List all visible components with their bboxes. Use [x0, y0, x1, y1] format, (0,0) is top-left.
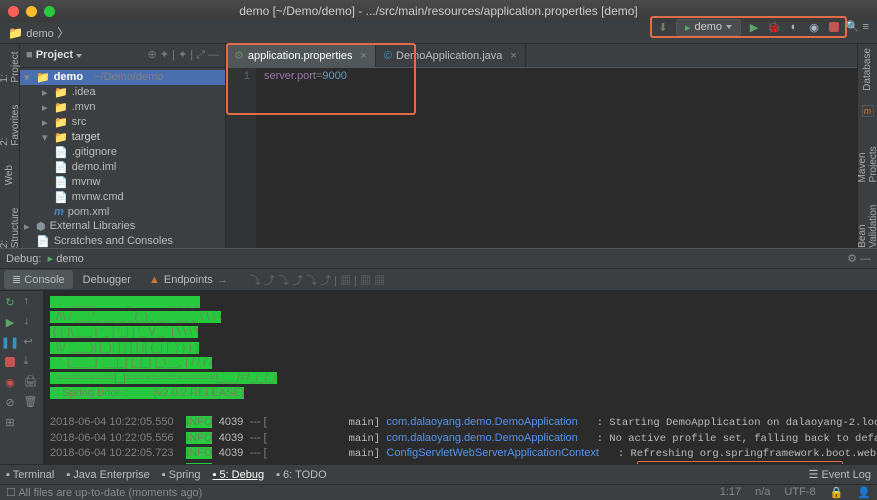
debug-tab[interactable]: ≣ Console	[4, 270, 73, 289]
project-panel-tools[interactable]: ⊕ ✦ | ✦ | ⤢ —	[147, 48, 219, 62]
editor-tabs: ⚙application.properties×©DemoApplication…	[226, 44, 857, 68]
print-button[interactable]: 🖨	[24, 375, 40, 391]
scroll-end-button[interactable]: ⤓	[24, 355, 40, 371]
debug-tool-window: Debug: ▸ demo ⚙ — ≣ Console Debugger▲ En…	[0, 248, 877, 489]
pause-button[interactable]: ❚❚	[3, 335, 17, 349]
tool-tab-favorites[interactable]: 2: Favorites	[0, 103, 21, 146]
caret-position: 1:17	[720, 486, 741, 499]
tree-item[interactable]: 📄demo.iml	[20, 160, 225, 175]
debug-run-controls: ↻ ▶ ❚❚ ◉ ⊘ ⊞	[0, 291, 20, 489]
lock-icon[interactable]: 🔒	[830, 486, 844, 499]
console-output[interactable]: . ____ _ __ _ _ /\\ / ___'_ __ _ _(_)_ _…	[44, 291, 877, 489]
hector-icon[interactable]: 👤	[857, 486, 871, 499]
project-tool-window: ■ Project ⊕ ✦ | ✦ | ⤢ — ▾📁 demo ~/Demo/d…	[20, 44, 226, 248]
bottom-tab[interactable]: ▪ Terminal	[6, 469, 54, 481]
resume-button[interactable]: ▶	[3, 315, 17, 329]
tree-scratches[interactable]: 📄Scratches and Consoles	[20, 234, 225, 248]
soft-wrap-button[interactable]: ↩	[24, 335, 40, 351]
profile-button[interactable]: ◉	[807, 20, 821, 34]
debug-step-tools[interactable]: ⤵ ⤴ ⤵ ⤴ ⤵ ⤴ | ▦ | ▦ ▦	[250, 272, 385, 288]
search-icon[interactable]: 🔍 ≡	[846, 20, 869, 33]
window-title: demo [~/Demo/demo] - .../src/main/resour…	[239, 4, 638, 18]
up-stack-button[interactable]: ↑	[24, 295, 40, 311]
window-controls	[8, 6, 55, 17]
tree-item[interactable]: ▸📁.mvn	[20, 100, 225, 115]
breadcrumb[interactable]: 📁 demo 〉	[8, 24, 69, 41]
debug-tabs: ≣ Console Debugger▲ Endpoints → ⤵ ⤴ ⤵ ⤴ ⤵…	[0, 269, 877, 291]
minimize-window-icon[interactable]	[26, 6, 37, 17]
editor-content[interactable]: server.port=9000	[256, 68, 355, 248]
debug-label: Debug:	[6, 253, 41, 265]
editor-tab[interactable]: ©DemoApplication.java×	[376, 44, 526, 67]
tree-item[interactable]: ▾📁target	[20, 130, 225, 145]
console-controls: ↑ ↓ ↩ ⤓ 🖨 🗑	[20, 291, 44, 489]
close-tab-icon[interactable]: ×	[360, 50, 366, 62]
run-toolbar: ⬇ ▸ demo ▶ 🐞 ◐ ◉	[650, 16, 847, 38]
bottom-tab[interactable]: ▪ Spring	[162, 469, 201, 481]
coverage-button[interactable]: ◐	[787, 20, 801, 34]
view-breakpoints-button[interactable]: ◉	[3, 375, 17, 389]
tool-tab-web[interactable]: Web	[4, 165, 15, 185]
encoding: UTF-8	[784, 486, 815, 499]
debug-button[interactable]: 🐞	[767, 20, 781, 34]
layout-button[interactable]: ⊞	[3, 415, 17, 429]
editor: ⚙application.properties×©DemoApplication…	[226, 44, 857, 248]
right-tool-stripe: Database m Maven Projects Bean Validatio…	[857, 44, 877, 248]
debug-config-name: demo	[56, 253, 84, 265]
debug-panel-tools[interactable]: ⚙ —	[847, 252, 871, 265]
tree-item[interactable]: ▸📁.idea	[20, 85, 225, 100]
tree-root[interactable]: ▾📁 demo ~/Demo/demo	[20, 70, 225, 85]
debug-tab[interactable]: ▲ Endpoints →	[141, 271, 236, 289]
status-bar: ☐ All files are up-to-date (moments ago)…	[0, 484, 877, 500]
close-tab-icon[interactable]: ×	[510, 50, 516, 62]
tree-item[interactable]: mpom.xml	[20, 205, 225, 219]
close-window-icon[interactable]	[8, 6, 19, 17]
gutter: 1	[226, 68, 256, 248]
tree-item[interactable]: 📄mvnw	[20, 175, 225, 190]
debug-tab[interactable]: Debugger	[75, 271, 139, 289]
tool-tab-structure[interactable]: 2: Structure	[0, 206, 21, 248]
left-tool-stripe: 1: Project 2: Favorites Web 2: Structure	[0, 44, 20, 248]
rerun-button[interactable]: ↻	[3, 295, 17, 309]
event-log-tab[interactable]: ☰ Event Log	[809, 468, 871, 481]
project-panel-title: Project	[36, 49, 73, 61]
down-stack-button[interactable]: ↓	[24, 315, 40, 331]
maximize-window-icon[interactable]	[44, 6, 55, 17]
tree-item[interactable]: 📄.gitignore	[20, 145, 225, 160]
maven-icon[interactable]: m	[862, 105, 874, 117]
status-message: All files are up-to-date (moments ago)	[18, 487, 202, 499]
bottom-tab[interactable]: ▪ 6: TODO	[276, 469, 327, 481]
bottom-tool-tabs: ▪ Terminal ▪ Java Enterprise ▪ Spring ▪ 5: …	[0, 464, 877, 484]
project-tree[interactable]: ▾📁 demo ~/Demo/demo ▸📁.idea▸📁.mvn▸📁src▾📁…	[20, 68, 225, 248]
clear-button[interactable]: 🗑	[24, 395, 40, 411]
tool-tab-project[interactable]: 1: Project	[0, 48, 21, 83]
bottom-tab[interactable]: ▪ 5: Debug	[212, 469, 264, 481]
tool-tab-database[interactable]: Database	[862, 48, 873, 91]
tool-tab-maven[interactable]: Maven Projects	[857, 131, 877, 182]
run-config-selector[interactable]: ▸ demo	[676, 19, 741, 36]
tree-item[interactable]: ▸📁src	[20, 115, 225, 130]
line-separator: n/a	[755, 486, 770, 499]
tree-item[interactable]: 📄mvnw.cmd	[20, 190, 225, 205]
tool-tab-bean-validation[interactable]: Bean Validation	[857, 196, 877, 248]
tree-external-libraries[interactable]: ▸⬢External Libraries	[20, 219, 225, 234]
editor-tab[interactable]: ⚙application.properties×	[226, 44, 376, 67]
run-button[interactable]: ▶	[747, 20, 761, 34]
build-icon[interactable]: ⬇	[656, 20, 670, 34]
mute-breakpoints-button[interactable]: ⊘	[3, 395, 17, 409]
stop-button[interactable]	[827, 20, 841, 34]
bottom-tab[interactable]: ▪ Java Enterprise	[66, 469, 149, 481]
stop-debug-button[interactable]	[3, 355, 17, 369]
